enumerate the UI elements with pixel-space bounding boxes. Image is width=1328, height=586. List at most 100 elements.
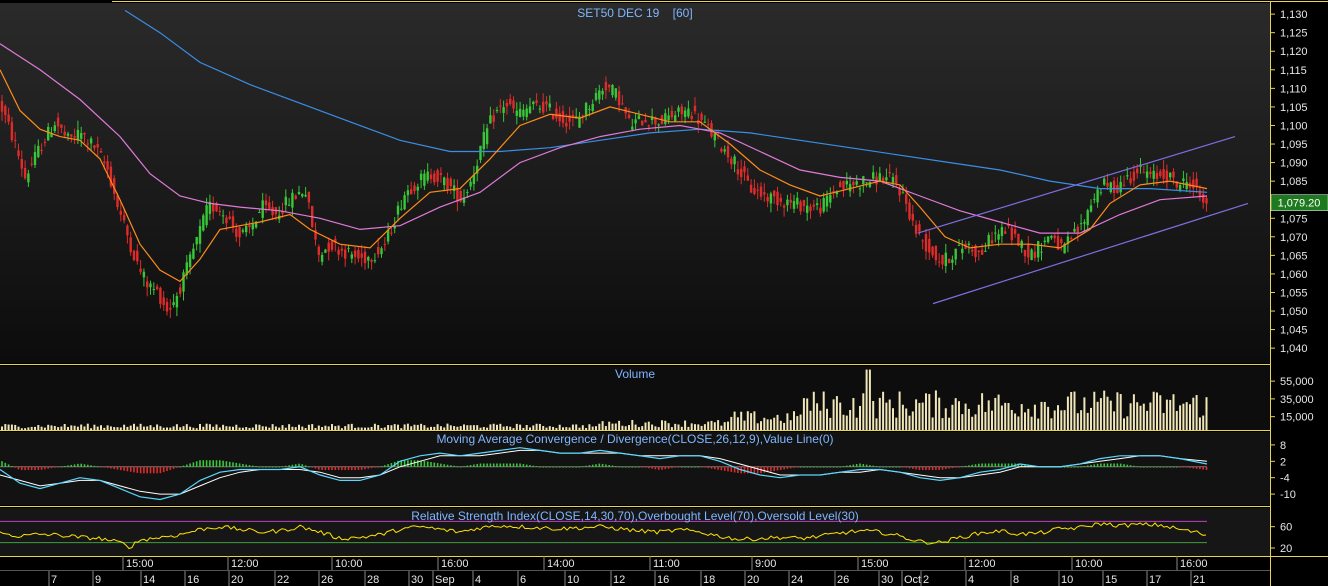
volume-bar bbox=[1010, 409, 1013, 430]
candle-body bbox=[304, 194, 307, 197]
last-price-tag: 1,079.20 bbox=[1270, 194, 1328, 211]
macd-histogram-bar bbox=[710, 466, 713, 469]
candle-body bbox=[641, 120, 644, 126]
macd-histogram-bar bbox=[57, 466, 59, 468]
volume-bar bbox=[334, 426, 337, 430]
candle-body bbox=[944, 252, 947, 267]
macd-histogram-bar bbox=[912, 466, 914, 469]
macd-histogram-bar bbox=[179, 466, 181, 468]
macd-histogram-bar bbox=[166, 466, 168, 472]
candle-body bbox=[918, 224, 921, 232]
macd-histogram-bar bbox=[90, 465, 92, 467]
time-tick-label: 16:00 bbox=[1180, 558, 1208, 570]
macd-histogram-bar bbox=[852, 464, 855, 467]
candle-body bbox=[674, 115, 677, 122]
volume-bar bbox=[928, 394, 931, 430]
candle-body bbox=[1010, 227, 1013, 241]
macd-histogram-bar bbox=[737, 466, 739, 473]
candle-body bbox=[1050, 235, 1053, 238]
volume-bar bbox=[674, 423, 677, 430]
candle-body bbox=[1162, 169, 1165, 179]
volume-bar bbox=[373, 423, 376, 430]
macd-histogram-bar bbox=[621, 466, 624, 468]
volume-bar bbox=[1159, 395, 1162, 430]
candle-body bbox=[756, 189, 759, 191]
candle-body bbox=[347, 247, 350, 249]
day-tick-label: 7 bbox=[51, 574, 57, 586]
macd-histogram-bar bbox=[687, 466, 690, 468]
volume-bar bbox=[274, 426, 277, 430]
candle-body bbox=[535, 100, 538, 103]
volume-bar bbox=[1090, 407, 1092, 430]
stock-chart[interactable]: SET50 DEC 19 [60] Volume Moving Average … bbox=[0, 0, 1328, 586]
candle-body bbox=[614, 88, 617, 98]
macd-histogram-bar bbox=[473, 464, 475, 467]
volume-bar bbox=[324, 425, 327, 430]
macd-histogram-bar bbox=[928, 466, 931, 471]
macd-histogram-bar bbox=[261, 466, 264, 468]
macd-histogram-bar bbox=[285, 465, 287, 467]
candle-body bbox=[327, 242, 330, 252]
day-tick-label: 4 bbox=[475, 574, 481, 586]
candle-body bbox=[76, 129, 80, 140]
price-axis-tick-label: 1,040 bbox=[1280, 343, 1308, 355]
macd-histogram-bar bbox=[133, 466, 135, 473]
macd-histogram-bar bbox=[499, 463, 502, 467]
candle-body bbox=[885, 177, 888, 181]
candle-body bbox=[845, 180, 848, 185]
macd-y-axis: -10 -4 2 8 bbox=[1270, 440, 1296, 501]
candle-body bbox=[522, 109, 525, 117]
volume-bar bbox=[30, 426, 33, 430]
volume-bar bbox=[383, 427, 386, 430]
macd-histogram-bar bbox=[1189, 466, 1191, 468]
candle-body bbox=[426, 171, 429, 181]
candle-body bbox=[56, 117, 60, 127]
volume-bar bbox=[637, 427, 640, 430]
macd-histogram-bar bbox=[116, 466, 119, 470]
macd-histogram-bar bbox=[1199, 466, 1201, 470]
macd-histogram-bar bbox=[321, 466, 323, 471]
candle-body bbox=[878, 173, 881, 182]
candle-body bbox=[779, 197, 782, 202]
candle-body bbox=[1099, 192, 1103, 194]
candle-body bbox=[822, 198, 825, 212]
candle-body bbox=[720, 148, 723, 152]
volume-bar bbox=[1113, 411, 1116, 430]
volume-bar bbox=[1109, 400, 1112, 430]
macd-histogram-bar bbox=[492, 463, 495, 467]
volume-bar bbox=[661, 420, 663, 430]
candle-body bbox=[1004, 231, 1007, 234]
macd-histogram-bar bbox=[222, 460, 224, 467]
macd-histogram-bar bbox=[631, 466, 634, 468]
macd-histogram-bar bbox=[938, 466, 940, 471]
volume-bar bbox=[618, 420, 621, 430]
candle-body bbox=[1037, 241, 1040, 258]
day-tick-label: 2 bbox=[923, 574, 929, 586]
candle-body bbox=[1169, 172, 1172, 178]
candle-body bbox=[954, 248, 957, 260]
macd-histogram-bar bbox=[265, 466, 267, 468]
volume-bar bbox=[799, 414, 802, 430]
volume-bar bbox=[162, 427, 165, 430]
candle-body bbox=[994, 232, 997, 234]
price-panel[interactable] bbox=[0, 3, 1270, 363]
candle-body bbox=[786, 199, 789, 206]
macd-histogram-bar bbox=[271, 466, 274, 468]
candle-body bbox=[598, 90, 601, 100]
volume-bar bbox=[298, 424, 300, 430]
volume-bar bbox=[562, 427, 564, 430]
candle-body bbox=[479, 145, 482, 161]
candle-body bbox=[40, 149, 43, 152]
volume-bar bbox=[499, 423, 502, 430]
volume-bar bbox=[129, 425, 132, 430]
volume-bar bbox=[1142, 403, 1145, 430]
candle-body bbox=[390, 232, 393, 234]
macd-histogram-bar bbox=[836, 466, 838, 468]
macd-histogram-bar bbox=[968, 465, 970, 467]
macd-histogram-bar bbox=[50, 466, 53, 469]
candle-body bbox=[812, 204, 815, 207]
volume-bar bbox=[634, 424, 637, 430]
candle-body bbox=[789, 199, 792, 203]
candle-body bbox=[759, 186, 763, 197]
volume-bar bbox=[885, 402, 888, 430]
